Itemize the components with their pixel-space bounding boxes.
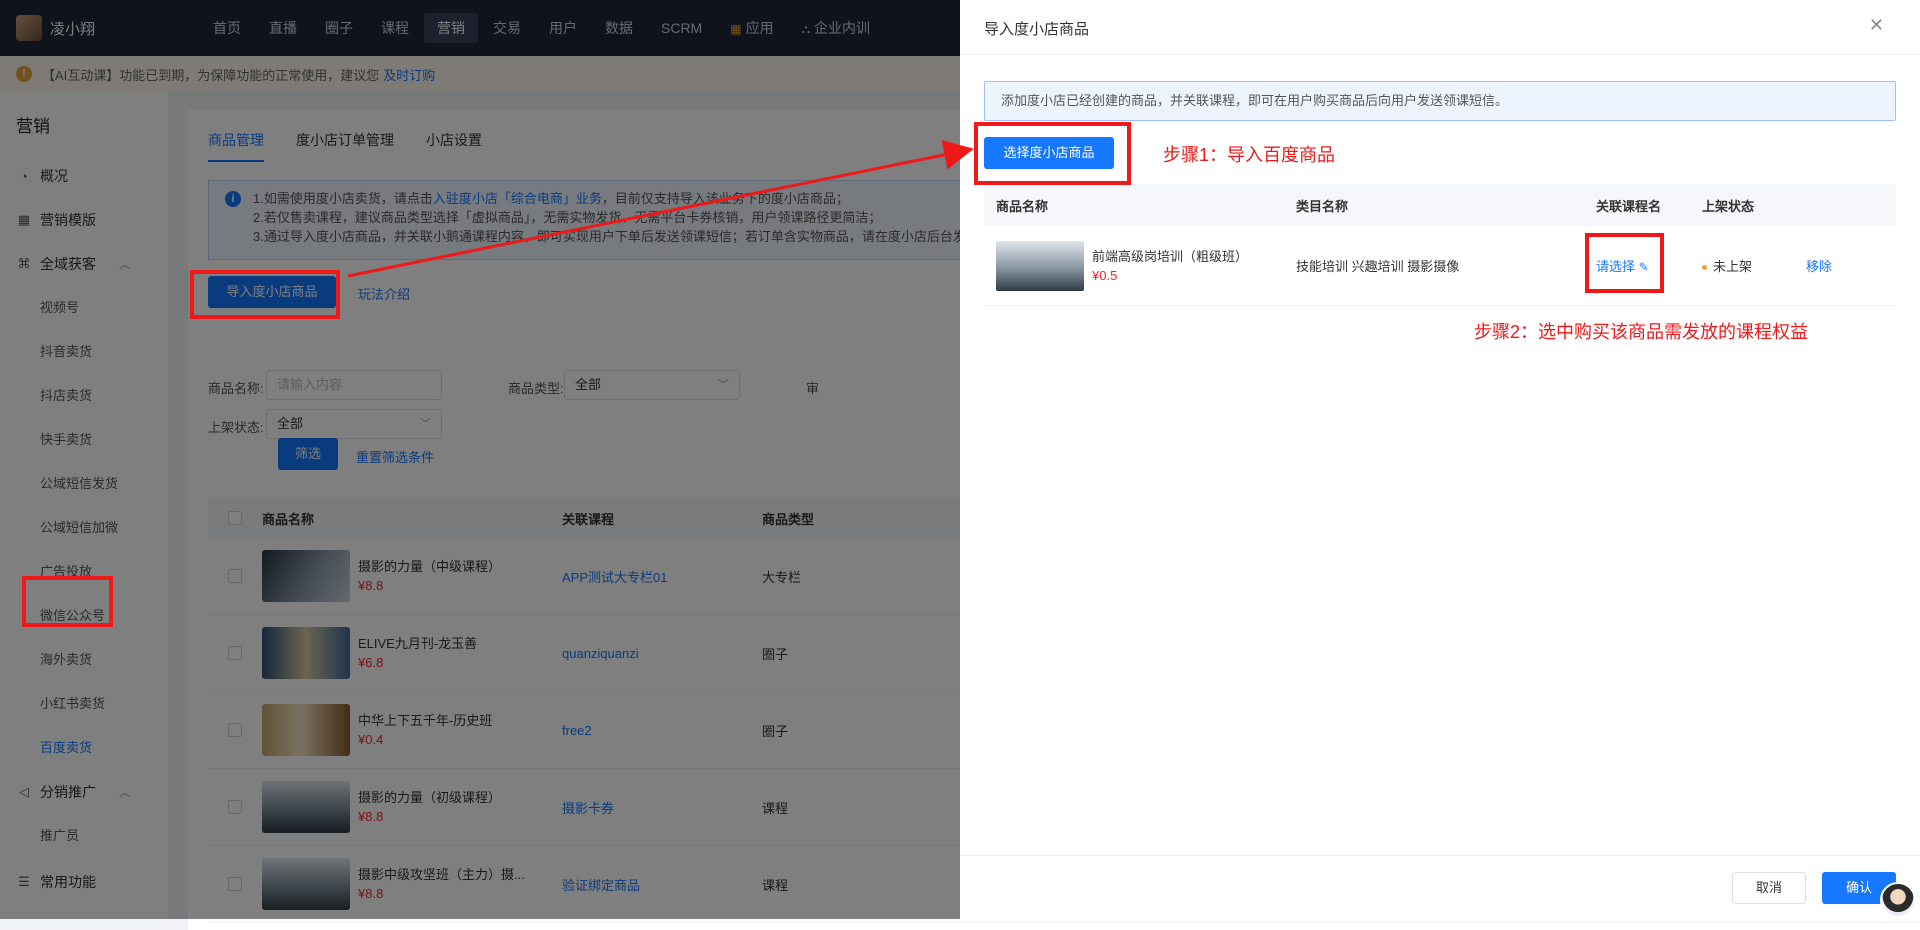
cancel-button[interactable]: 取消 — [1732, 872, 1806, 904]
goods-price: ¥0.5 — [1092, 267, 1118, 283]
header-linked-course: 关联课程名 — [1596, 198, 1662, 214]
highlight-import-button — [190, 270, 340, 319]
status-dot — [1702, 265, 1707, 271]
highlight-course-picker — [1585, 233, 1664, 293]
header-category: 类目名称 — [1296, 198, 1349, 214]
drawer-table: 商品名称 类目名称 关联课程名 上架状态 前端高级岗培训（粗级班） ¥0.5 技能… — [984, 184, 1896, 306]
highlight-select-button — [974, 122, 1131, 185]
remove-cell: 移除 — [1794, 256, 1896, 275]
drawer-info: 添加度小店已经创建的商品，并关联课程，即可在用户购买商品后向用户发送领课短信。 — [984, 81, 1896, 121]
drawer-title: 导入度小店商品 — [984, 21, 1090, 38]
status-label: 未上架 — [1713, 259, 1753, 274]
drawer-footer-divider — [960, 855, 1920, 856]
header-status: 上架状态 — [1702, 198, 1755, 214]
header-goods-name: 商品名称 — [996, 198, 1049, 214]
goods-cell: 前端高级岗培训（粗级班） ¥0.5 — [984, 240, 1284, 291]
table-row: 前端高级岗培训（粗级班） ¥0.5 技能培训 兴趣培训 摄影摄像 请选择 ✎ 未上… — [984, 226, 1896, 306]
remove-link[interactable]: 移除 — [1806, 259, 1832, 274]
status-cell: 未上架 — [1690, 256, 1794, 275]
category-cell: 技能培训 兴趣培训 摄影摄像 — [1296, 259, 1460, 274]
drawer-table-header: 商品名称 类目名称 关联课程名 上架状态 — [984, 184, 1896, 226]
step2-annotation: 步骤2：选中购买该商品需发放的课程权益 — [1474, 322, 1809, 342]
drawer-divider — [960, 54, 1920, 55]
goods-thumbnail — [996, 240, 1084, 291]
highlight-baidu-sidebar — [22, 576, 113, 627]
close-icon[interactable]: ✕ — [1869, 15, 1884, 36]
assistant-avatar[interactable] — [1880, 882, 1916, 918]
step1-annotation: 步骤1：导入百度商品 — [1163, 145, 1336, 165]
goods-name: 前端高级岗培训（粗级班） — [1092, 248, 1249, 264]
